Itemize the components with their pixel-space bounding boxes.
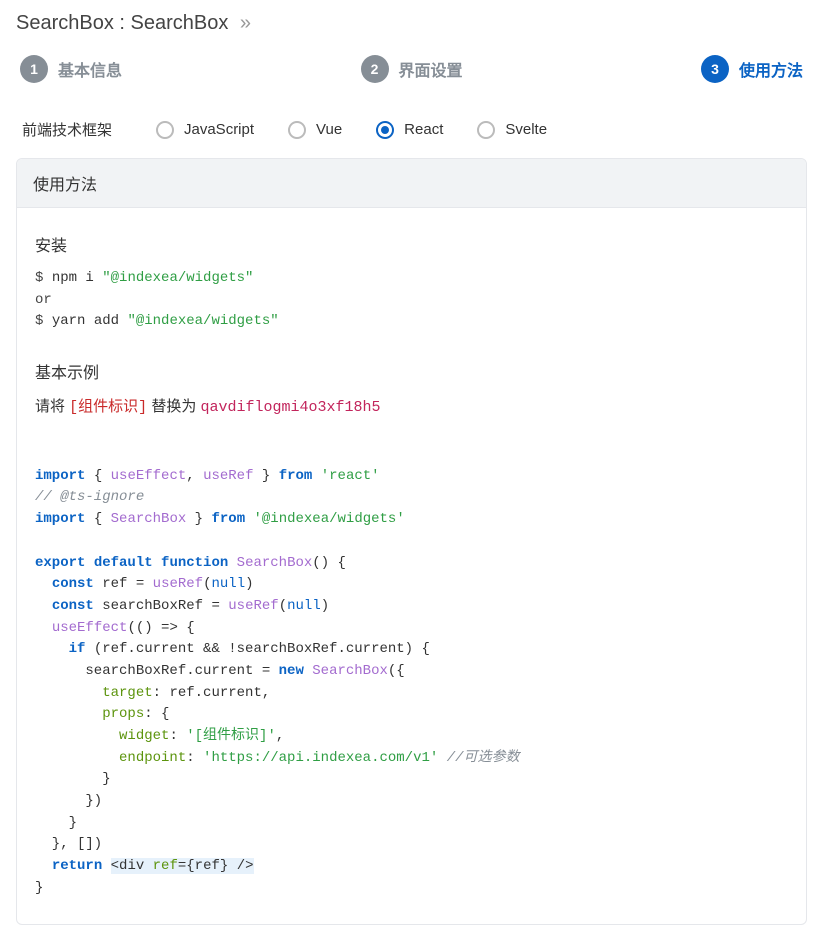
framework-option-label: React: [404, 121, 443, 138]
step-ui-settings[interactable]: 2 界面设置: [361, 55, 463, 83]
framework-option-react[interactable]: React: [376, 121, 443, 139]
framework-option-vue[interactable]: Vue: [288, 121, 342, 139]
radio-icon: [477, 121, 495, 139]
framework-option-svelte[interactable]: Svelte: [477, 121, 547, 139]
step-label: 基本信息: [58, 57, 122, 81]
framework-option-label: Svelte: [505, 121, 547, 138]
step-basic-info[interactable]: 1 基本信息: [20, 55, 122, 83]
usage-card: 使用方法 安装 $ npm i "@indexea/widgets" or $ …: [16, 158, 807, 925]
widget-id-placeholder: [组件标识]: [69, 399, 147, 416]
card-header: 使用方法: [17, 159, 806, 208]
radio-icon: [288, 121, 306, 139]
wizard-steps: 1 基本信息 2 界面设置 3 使用方法: [16, 55, 807, 83]
step-number: 3: [701, 55, 729, 83]
framework-radio-group: 前端技术框架 JavaScript Vue React Svelte: [16, 119, 807, 140]
radio-icon: [156, 121, 174, 139]
example-heading: 基本示例: [35, 359, 788, 383]
chevron-right-icon: »: [240, 12, 251, 34]
step-label: 界面设置: [399, 57, 463, 81]
framework-option-label: JavaScript: [184, 121, 254, 138]
step-number: 2: [361, 55, 389, 83]
replace-instruction: 请将 [组件标识] 替换为 qavdiflogmi4o3xf18h5: [35, 395, 788, 416]
step-number: 1: [20, 55, 48, 83]
framework-option-label: Vue: [316, 121, 342, 138]
breadcrumb: SearchBox : SearchBox »: [16, 12, 807, 35]
framework-option-javascript[interactable]: JavaScript: [156, 121, 254, 139]
step-label: 使用方法: [739, 57, 803, 81]
breadcrumb-title[interactable]: SearchBox : SearchBox: [16, 12, 228, 34]
framework-group-label: 前端技术框架: [22, 119, 122, 140]
install-heading: 安装: [35, 232, 788, 256]
radio-icon: [376, 121, 394, 139]
install-commands: $ npm i "@indexea/widgets" or $ yarn add…: [35, 268, 788, 333]
step-usage[interactable]: 3 使用方法: [701, 55, 803, 83]
example-code: import { useEffect, useRef } from 'react…: [35, 444, 788, 899]
widget-id-value: qavdiflogmi4o3xf18h5: [201, 399, 381, 416]
